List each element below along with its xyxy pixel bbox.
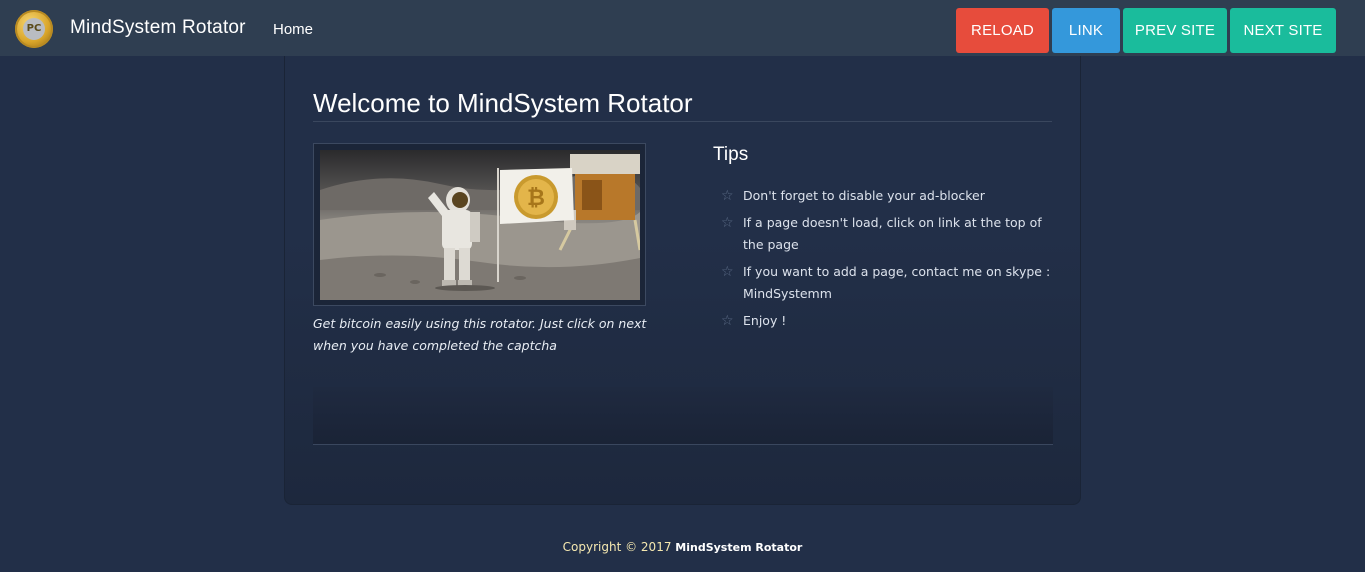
tip-text: If you want to add a page, contact me on…	[743, 264, 1051, 301]
bitcoin-symbol: ₿	[527, 186, 545, 211]
star-icon: ☆	[721, 215, 734, 231]
title-divider	[313, 121, 1052, 122]
hero-image-frame: ₿	[313, 143, 646, 306]
star-icon: ☆	[721, 313, 734, 329]
page-title: Welcome to MindSystem Rotator	[313, 88, 693, 118]
prev-site-button[interactable]: PREV SITE	[1123, 8, 1227, 53]
list-item: ☆ If you want to add a page, contact me …	[721, 261, 1051, 305]
list-item: ☆ If a page doesn't load, click on link …	[721, 212, 1051, 256]
link-button[interactable]: LINK	[1052, 8, 1120, 53]
top-navbar: PC MindSystem Rotator Home RELOAD LINK P…	[0, 0, 1365, 56]
star-icon: ☆	[721, 264, 734, 280]
tips-list: ☆ Don't forget to disable your ad-blocke…	[721, 185, 1051, 337]
brand-name-link[interactable]: MindSystem Rotator	[70, 17, 246, 39]
pc-coin-logo-icon[interactable]: PC	[15, 10, 53, 48]
tip-text: Enjoy !	[743, 313, 787, 328]
ad-banner-area	[313, 387, 1053, 445]
logo-text: PC	[23, 18, 45, 40]
tips-title: Tips	[713, 144, 749, 165]
astronaut-bitcoin-flag-image: ₿	[320, 150, 640, 300]
hero-caption: Get bitcoin easily using this rotator. J…	[313, 316, 647, 353]
footer-brand: MindSystem Rotator	[675, 541, 803, 554]
star-icon: ☆	[721, 188, 734, 204]
list-item: ☆ Enjoy !	[721, 310, 1051, 332]
tip-text: Don't forget to disable your ad-blocker	[743, 188, 985, 203]
footer-copyright: Copyright © 2017	[562, 540, 672, 554]
footer: Copyright © 2017 MindSystem Rotator	[0, 540, 1365, 554]
list-item: ☆ Don't forget to disable your ad-blocke…	[721, 185, 1051, 207]
tip-text: If a page doesn't load, click on link at…	[743, 215, 1042, 252]
moon-scene-svg: ₿	[320, 154, 640, 300]
reload-button[interactable]: RELOAD	[956, 8, 1049, 53]
next-site-button[interactable]: NEXT SITE	[1230, 8, 1336, 53]
nav-home-link[interactable]: Home	[273, 21, 313, 38]
